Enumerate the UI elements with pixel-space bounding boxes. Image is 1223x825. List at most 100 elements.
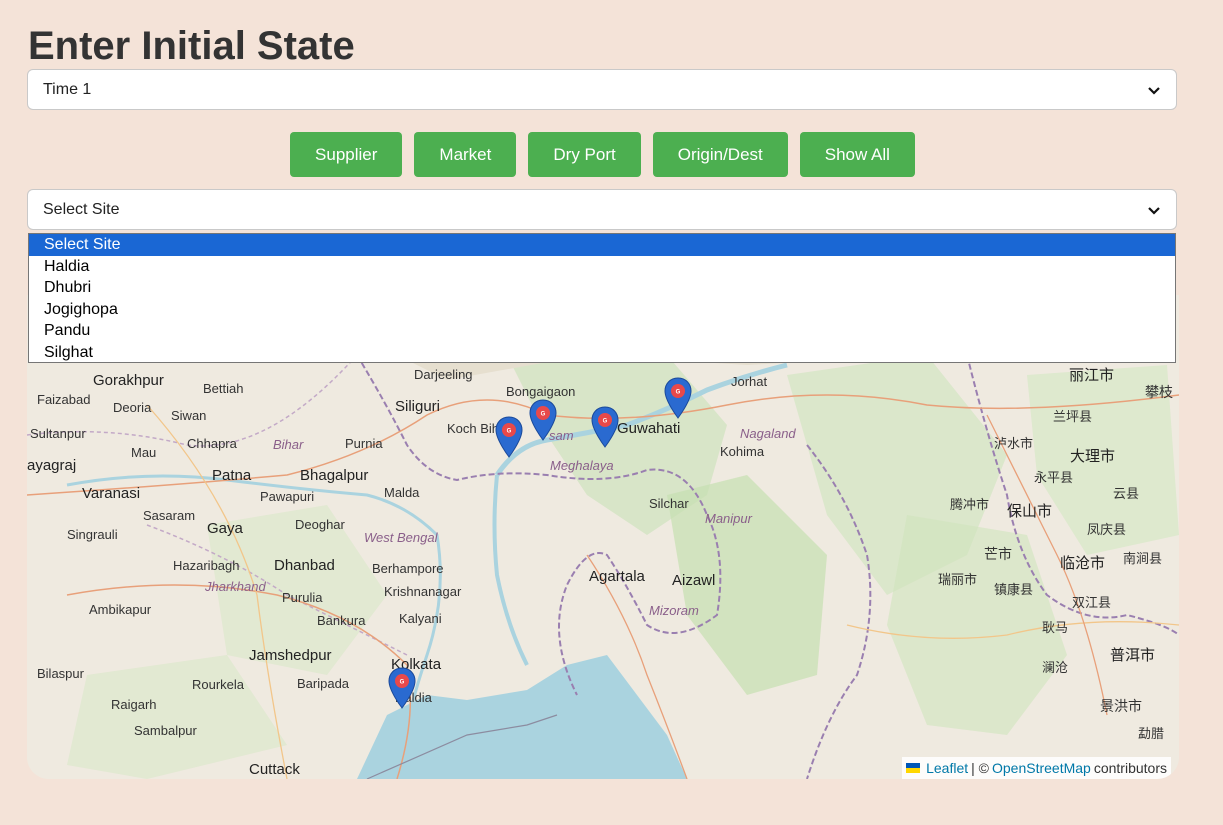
svg-text:G: G <box>603 419 608 425</box>
place-label: Singrauli <box>67 527 118 542</box>
place-label: Pawapuri <box>260 489 315 504</box>
place-label: Gorakhpur <box>93 372 164 389</box>
place-label: Kohima <box>720 444 765 459</box>
site-option-haldia[interactable]: Haldia <box>29 256 1175 278</box>
place-label: 凤庆县 <box>1087 522 1127 537</box>
market-button[interactable]: Market <box>414 132 517 177</box>
place-label: Siliguri <box>395 398 441 415</box>
site-select[interactable]: Select Site <box>27 189 1177 230</box>
place-label: Dhanbad <box>274 557 335 574</box>
place-label: Berhampore <box>372 561 444 576</box>
place-label: Cuttack <box>249 761 300 778</box>
dhubri-marker[interactable]: G <box>495 416 523 458</box>
region-label: Jharkhand <box>205 579 266 594</box>
place-label: 攀枝 <box>1145 384 1173 400</box>
map[interactable]: Gorakhpur Bettiah Faizabad Deoria Siwan … <box>27 295 1179 779</box>
chevron-down-icon <box>1148 206 1160 215</box>
place-label: Purulia <box>282 590 323 605</box>
supplier-button[interactable]: Supplier <box>290 132 403 177</box>
place-label: 兰坪县 <box>1053 409 1093 424</box>
silghat-marker[interactable]: G <box>664 377 692 419</box>
place-label: Darjeeling <box>414 367 473 382</box>
place-label: Krishnanagar <box>384 584 462 599</box>
region-label: Nagaland <box>740 426 796 441</box>
place-label: 保山市 <box>1007 503 1053 520</box>
region-label: Bihar <box>273 437 304 452</box>
place-label: 景洪市 <box>1100 698 1142 714</box>
place-label: 云县 <box>1113 486 1140 501</box>
place-label: 耿马 <box>1042 620 1069 635</box>
place-label: 大理市 <box>1070 448 1116 465</box>
place-label: Jamshedpur <box>249 647 332 664</box>
place-label: 普洱市 <box>1110 647 1156 664</box>
place-label: Sambalpur <box>134 723 197 738</box>
site-option-pandu[interactable]: Pandu <box>29 320 1175 342</box>
openstreetmap-link[interactable]: OpenStreetMap <box>992 760 1091 776</box>
place-label: Bhagalpur <box>300 467 369 484</box>
place-label: Jorhat <box>731 374 768 389</box>
place-label: Deoghar <box>295 517 345 532</box>
jogighopa-marker[interactable]: G <box>529 399 557 441</box>
ukraine-flag-icon <box>906 763 921 773</box>
place-label: Chhapra <box>187 436 237 451</box>
time-select[interactable]: Time 1 <box>27 69 1177 110</box>
show-all-button[interactable]: Show All <box>799 132 915 177</box>
pandu-marker[interactable]: G <box>591 406 619 448</box>
category-button-row: Supplier Market Dry Port Origin/Dest Sho… <box>0 132 1205 177</box>
place-label: 永平县 <box>1034 470 1074 485</box>
dry-port-button[interactable]: Dry Port <box>528 132 641 177</box>
place-label: Deoria <box>113 400 152 415</box>
leaflet-link[interactable]: Leaflet <box>926 760 968 776</box>
place-label: 澜沧 <box>1042 660 1069 675</box>
region-label: Mizoram <box>649 603 699 618</box>
region-label: West Bengal <box>364 530 438 545</box>
svg-text:G: G <box>507 429 512 435</box>
place-label: Sultanpur <box>30 426 86 441</box>
attribution-separator: | © <box>971 760 989 776</box>
origin-dest-button[interactable]: Origin/Dest <box>652 132 788 177</box>
place-label: Malda <box>384 485 420 500</box>
place-label: 泸水市 <box>994 436 1034 451</box>
site-option-silghat[interactable]: Silghat <box>29 342 1175 364</box>
chevron-down-icon <box>1148 86 1160 95</box>
place-label: Koch Bih <box>447 421 500 436</box>
place-label: Siwan <box>171 408 207 423</box>
place-label: Bilaspur <box>37 666 84 681</box>
place-label: Baripada <box>297 676 350 691</box>
place-label: Rourkela <box>192 677 245 692</box>
svg-text:G: G <box>676 390 681 396</box>
site-option-jogighopa[interactable]: Jogighopa <box>29 299 1175 321</box>
place-label: Varanasi <box>82 485 141 502</box>
place-label: Raigarh <box>111 697 157 712</box>
place-label: Guwahati <box>617 420 681 437</box>
site-option-select-site[interactable]: Select Site <box>29 234 1175 256</box>
map-base <box>27 295 1179 779</box>
haldia-marker[interactable]: G <box>388 667 416 709</box>
place-label: Bettiah <box>203 381 244 396</box>
place-label: Faizabad <box>37 392 91 407</box>
place-label: 瑞丽市 <box>938 572 978 587</box>
place-label: Hazaribagh <box>173 558 240 573</box>
region-label: Meghalaya <box>550 458 614 473</box>
place-label: 镇康县 <box>994 582 1034 597</box>
place-label: 南涧县 <box>1123 551 1163 566</box>
place-label: 芒市 <box>984 546 1012 562</box>
site-option-dhubri[interactable]: Dhubri <box>29 277 1175 299</box>
place-label: Mau <box>131 445 157 460</box>
place-label: Bongaigaon <box>506 384 576 399</box>
place-label: 丽江市 <box>1069 367 1115 384</box>
place-label: ayagraj <box>27 457 77 474</box>
place-label: Aizawl <box>672 572 716 589</box>
svg-text:G: G <box>541 412 546 418</box>
place-label: Ambikapur <box>89 602 152 617</box>
place-label: Bankura <box>317 613 366 628</box>
place-label: Silchar <box>649 496 689 511</box>
place-label: Patna <box>212 467 252 484</box>
map-attribution: Leaflet | © OpenStreetMap contributors <box>902 757 1171 779</box>
place-label: 双江县 <box>1072 595 1112 610</box>
region-label: Manipur <box>705 511 752 526</box>
place-label: Agartala <box>589 568 645 585</box>
site-select-value: Select Site <box>43 200 120 218</box>
place-label: Gaya <box>207 520 243 537</box>
place-label: 腾冲市 <box>950 497 990 512</box>
